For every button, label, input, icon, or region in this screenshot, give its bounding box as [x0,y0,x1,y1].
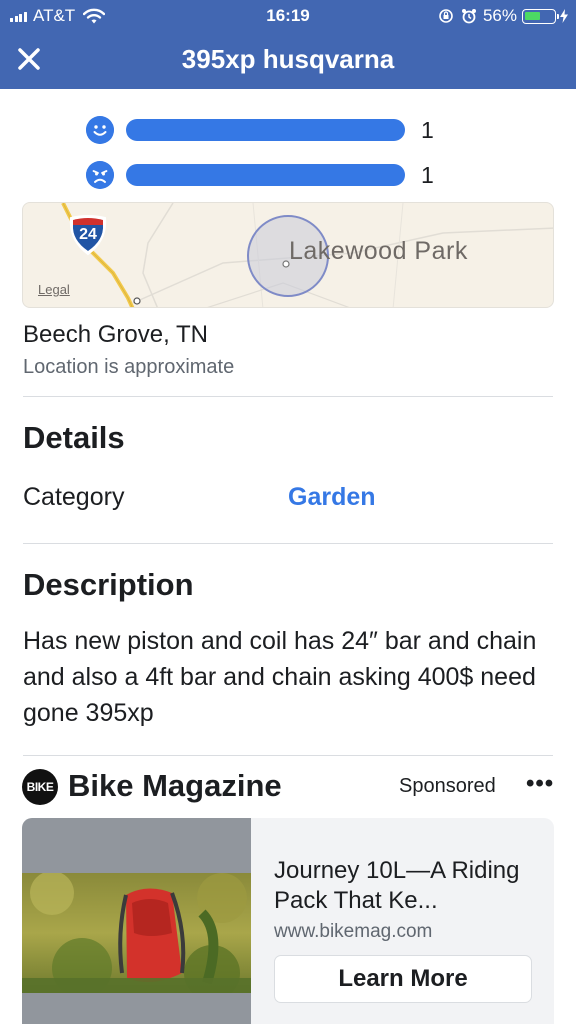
battery-fill [525,11,540,20]
rating-row-positive: 1 [86,115,456,145]
app-header: AT&T 16:19 56% 395xp husqvarna [0,0,576,89]
advertiser-name[interactable]: Bike Magazine [68,768,282,804]
happy-face-icon [86,116,114,144]
charging-bolt-icon [560,9,568,23]
status-right: 56% [438,6,568,26]
ad-url: www.bikemag.com [274,921,433,942]
description-text: Has new piston and coil has 24″ bar and … [23,627,537,727]
backpack-photo [22,873,251,993]
location-map[interactable]: 24 Lakewood Park Legal [22,202,554,308]
status-bar: AT&T 16:19 56% [0,0,576,32]
divider [23,755,553,756]
rotation-lock-icon [439,9,453,23]
category-label: Category [23,483,125,511]
rating-row-negative: 1 [86,160,456,190]
sponsored-label: Sponsored [399,775,496,797]
category-link[interactable]: Garden [288,483,376,512]
rating-bar [126,164,405,186]
divider [23,543,553,544]
interstate-number: 24 [79,226,97,243]
rating-bar [126,119,405,141]
map-place-label: Lakewood Park [289,237,468,265]
more-options-icon[interactable]: ••• [526,770,554,798]
map-legal-link[interactable]: Legal [38,282,70,297]
rating-count: 1 [421,162,434,188]
learn-more-button[interactable]: Learn More [274,955,532,1003]
location-approx-note: Location is approximate [23,356,235,378]
ad-title[interactable]: Journey 10L—A Riding Pack That Ke... [274,856,544,916]
ad-card[interactable]: Journey 10L—A Riding Pack That Ke... www… [22,818,554,1024]
rating-count: 1 [421,117,434,143]
ad-image[interactable] [22,818,251,1024]
sad-face-icon [86,161,114,189]
alarm-clock-icon [461,9,476,24]
battery-icon [522,8,559,24]
battery-percent: 56% [482,6,517,25]
page-title: 395xp husqvarna [181,44,395,74]
advertiser-logo[interactable]: BIKE [22,769,58,805]
location-city: Beech Grove, TN [23,321,208,348]
details-heading: Details [23,420,125,455]
description-heading: Description [23,567,194,602]
divider [23,396,553,397]
